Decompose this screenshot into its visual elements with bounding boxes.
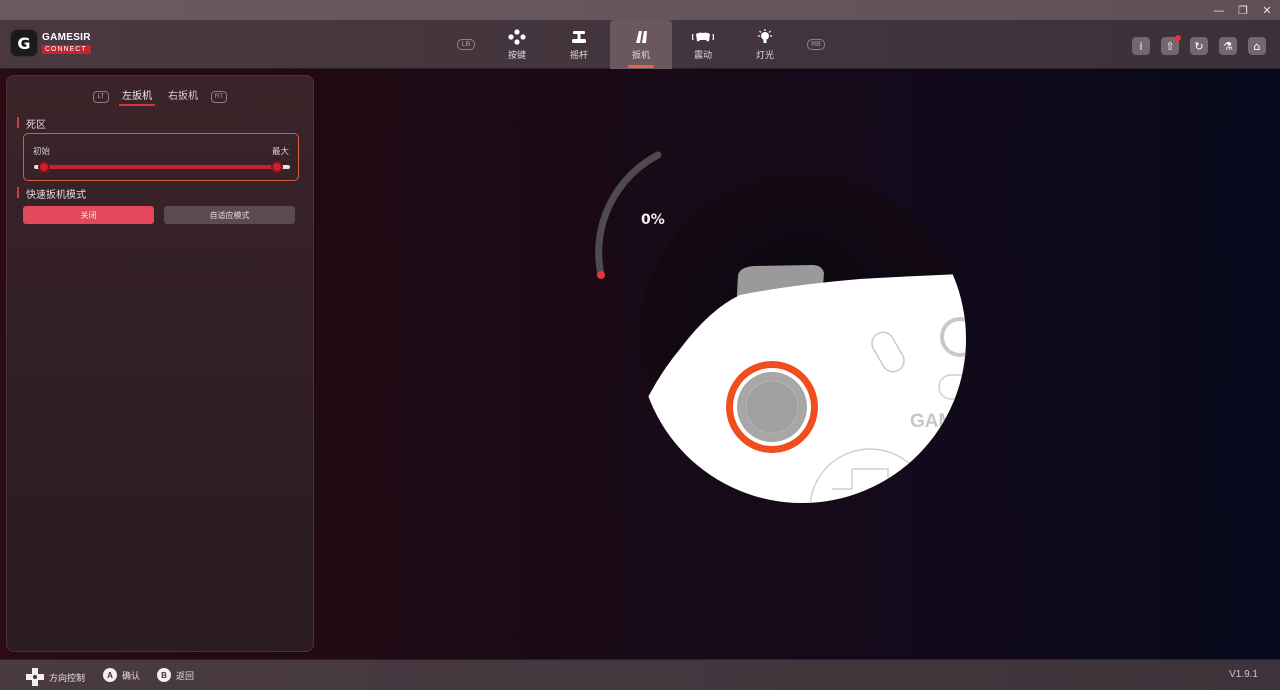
title-bar: — ❐ ✕: [0, 0, 1280, 20]
tab-vibration-label: 震动: [693, 50, 712, 61]
lb-shortcut[interactable]: LB: [446, 20, 486, 69]
b-button-icon: B: [157, 668, 171, 682]
logo-subtitle: CONNECT: [42, 44, 91, 54]
upload-icon: ⇧: [1165, 39, 1175, 53]
refresh-button[interactable]: ↻: [1190, 37, 1208, 55]
fast-trigger-off-button[interactable]: 关闭: [23, 206, 154, 224]
deadzone-max-label: 最大: [271, 147, 289, 157]
back-hint-label: 返回: [176, 671, 195, 682]
info-icon: i: [1139, 39, 1143, 53]
trigger-tabs: LT 左扳机 右扳机 RT: [7, 87, 313, 106]
upload-button[interactable]: ⇧: [1161, 35, 1181, 55]
confirm-hint: A 确认: [103, 668, 140, 682]
deadzone-start-handle[interactable]: [38, 161, 51, 173]
tab-left-trigger[interactable]: 左扳机: [119, 87, 155, 106]
refresh-icon: ↻: [1194, 39, 1204, 53]
joystick-icon: [572, 30, 586, 43]
app-logo: G GAMESIR CONNECT: [10, 29, 91, 57]
tab-right-trigger[interactable]: 右扳机: [165, 87, 201, 106]
deadzone-start-label: 初始: [33, 147, 51, 157]
home-icon: ⌂: [1253, 39, 1261, 53]
left-joystick-center: [745, 380, 799, 434]
progress-indicator-dot: [597, 271, 605, 279]
dpad-icon: [26, 668, 44, 686]
back-hint: B 返回: [157, 668, 194, 682]
home-button[interactable]: ⌂: [1248, 37, 1266, 55]
app-version: V1.9.1: [1229, 669, 1258, 680]
dpad-hint-label: 方向控制: [49, 673, 86, 684]
trigger-icon: [636, 30, 647, 43]
deadzone-slider[interactable]: [34, 161, 290, 173]
notification-dot: [1175, 35, 1181, 41]
close-button[interactable]: ✕: [1260, 3, 1274, 17]
tab-buttons[interactable]: 按键: [486, 20, 548, 69]
trigger-visual: GAMESIR 0%: [570, 149, 970, 509]
toolbar: i ⇧ ↻ ⚗ ⌂: [1132, 35, 1266, 55]
tab-vibration[interactable]: 震动: [672, 20, 734, 69]
tab-joystick-label: 摇杆: [569, 50, 588, 61]
rt-button-icon[interactable]: RT: [211, 90, 227, 103]
logo-title: GAMESIR: [42, 31, 91, 43]
deadzone-slider-fill: [44, 165, 278, 169]
minimize-button[interactable]: —: [1212, 3, 1226, 17]
tab-light-label: 灯光: [755, 50, 774, 61]
flask-icon: ⚗: [1223, 39, 1233, 53]
a-button-icon: A: [103, 668, 117, 682]
controller-brand-text: GAMESIR: [910, 411, 970, 432]
tab-trigger[interactable]: 扳机: [610, 20, 672, 69]
fast-trigger-modes: 关闭 自适应模式: [23, 206, 295, 224]
deadzone-max-handle[interactable]: [271, 161, 284, 173]
tab-joystick[interactable]: 摇杆: [548, 20, 610, 69]
fast-trigger-title: 快速扳机模式: [17, 186, 86, 201]
tab-buttons-label: 按键: [507, 50, 526, 61]
main-nav: LB 按键 摇杆 扳机 震动 灯光 RB: [446, 20, 836, 69]
vibration-icon: [692, 32, 714, 41]
confirm-hint-label: 确认: [122, 671, 141, 682]
tab-light[interactable]: 灯光: [734, 20, 796, 69]
app-header: G GAMESIR CONNECT LB 按键 摇杆 扳机 震动 灯光 RB i…: [0, 20, 1280, 69]
fast-trigger-adaptive-button[interactable]: 自适应模式: [164, 206, 295, 224]
light-icon: [758, 28, 772, 43]
controller-preview: GAMESIR: [595, 151, 970, 503]
tab-trigger-label: 扳机: [631, 50, 650, 61]
lt-button-icon[interactable]: LT: [93, 90, 109, 103]
logo-mark: G: [10, 29, 38, 57]
trigger-settings-panel: LT 左扳机 右扳机 RT 死区 初始 最大 快速扳机模式 关闭 自适应模式: [6, 75, 314, 652]
deadzone-box: 初始 最大: [23, 133, 299, 181]
rb-shortcut[interactable]: RB: [796, 20, 836, 69]
restore-button[interactable]: ❐: [1236, 3, 1250, 17]
trigger-percent: 0%: [641, 212, 665, 228]
lb-bumper-icon: LB: [457, 39, 475, 50]
footer-bar: 方向控制 A 确认 B 返回 V1.9.1: [0, 659, 1280, 690]
main-area: LT 左扳机 右扳机 RT 死区 初始 最大 快速扳机模式 关闭 自适应模式 G…: [0, 69, 1280, 659]
dpad-hint: 方向控制: [26, 668, 85, 686]
gamepad-buttons-icon: [508, 28, 526, 45]
rb-bumper-icon: RB: [807, 39, 825, 50]
info-button[interactable]: i: [1132, 37, 1150, 55]
deadzone-title: 死区: [17, 116, 46, 131]
lab-button[interactable]: ⚗: [1219, 37, 1237, 55]
